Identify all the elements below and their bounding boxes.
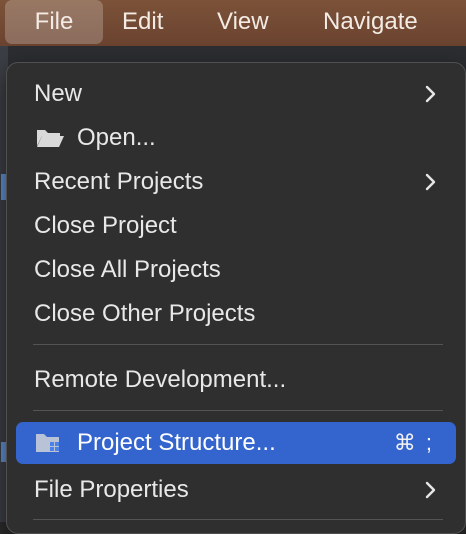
menubar-navigate[interactable]: Navigate: [313, 0, 428, 44]
menu-item-label: Remote Development...: [34, 366, 287, 393]
folder-open-icon: [37, 130, 64, 147]
menu-separator: [33, 344, 443, 345]
menu-item-label: Recent Projects: [34, 168, 204, 195]
menubar-navigate-label: Navigate: [323, 8, 418, 35]
menu-item-open[interactable]: Open...: [16, 119, 456, 157]
chevron-right-icon: [425, 173, 436, 191]
menu-item-label: Close Other Projects: [34, 300, 256, 327]
menubar-view[interactable]: View: [207, 0, 279, 44]
app-menubar: File Edit View Navigate: [0, 0, 466, 46]
menu-item-label: New: [34, 80, 83, 107]
menu-item-close-project[interactable]: Close Project: [16, 207, 456, 245]
menubar-file[interactable]: File: [5, 0, 103, 44]
menu-item-label: Close All Projects: [34, 256, 221, 283]
menu-item-close-all-projects[interactable]: Close All Projects: [16, 251, 456, 289]
menu-item-new[interactable]: New: [16, 75, 456, 113]
menu-item-file-properties[interactable]: File Properties: [16, 471, 456, 509]
menu-item-remote-development[interactable]: Remote Development...: [16, 361, 456, 399]
project-structure-icon: [36, 434, 59, 452]
menu-separator: [33, 519, 443, 520]
file-menu: New Open... Recent Projects Close Projec…: [6, 62, 466, 534]
menu-item-label: Open...: [77, 124, 156, 151]
menu-separator: [33, 410, 443, 411]
chevron-right-icon: [425, 85, 436, 103]
menu-item-label: File Properties: [34, 476, 189, 503]
menubar-edit[interactable]: Edit: [112, 0, 173, 44]
menu-item-close-other-projects[interactable]: Close Other Projects: [16, 295, 456, 333]
menubar-edit-label: Edit: [122, 8, 164, 35]
menu-item-recent-projects[interactable]: Recent Projects: [16, 163, 456, 201]
menu-item-label: Project Structure...: [77, 429, 276, 456]
menu-item-project-structure[interactable]: Project Structure... ⌘ ;: [16, 422, 456, 464]
chevron-right-icon: [425, 481, 436, 499]
menu-item-label: Close Project: [34, 212, 177, 239]
keyboard-shortcut: ⌘ ;: [393, 430, 434, 455]
menubar-view-label: View: [217, 8, 269, 35]
menubar-file-label: File: [34, 8, 74, 35]
